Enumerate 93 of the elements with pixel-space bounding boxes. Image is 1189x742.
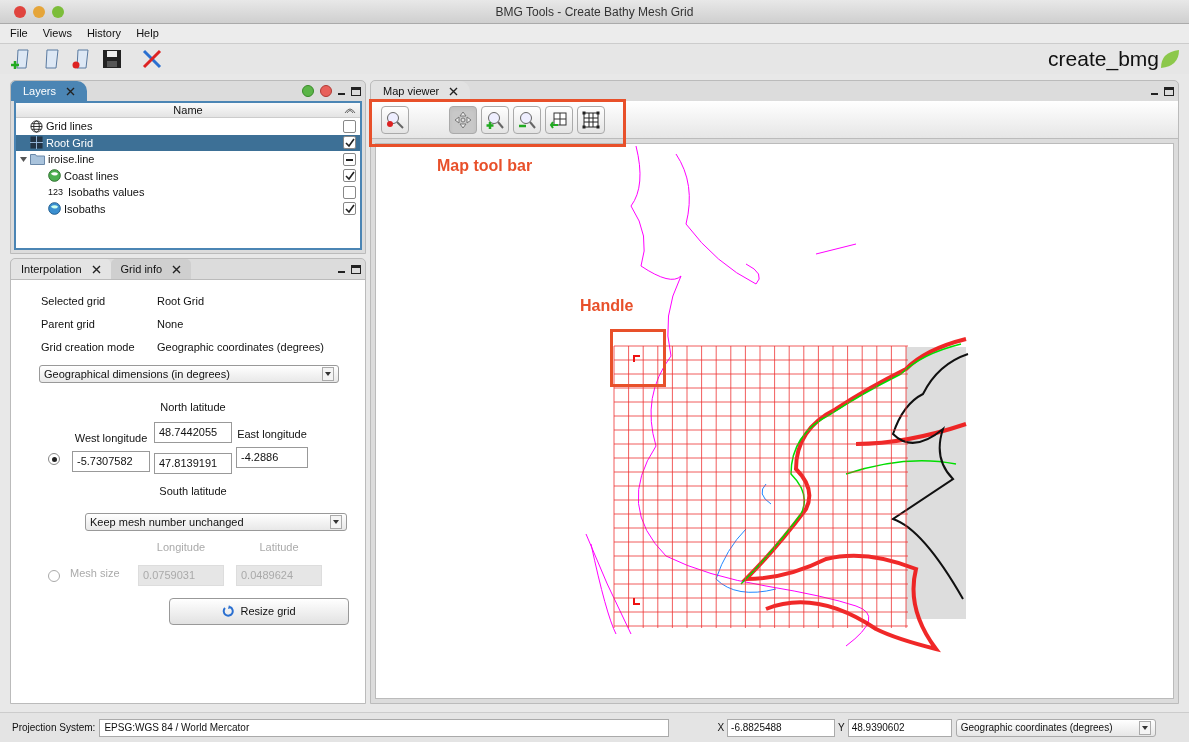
layer-row[interactable]: Isobaths [16,200,360,217]
zoom-out-icon[interactable] [513,105,541,134]
layer-name: Coast lines [64,168,119,184]
grid-icon[interactable] [577,105,605,134]
checkbox[interactable] [343,119,356,133]
layer-row[interactable]: iroise.line [16,151,360,168]
annotation-label: Map tool bar [437,156,533,176]
checkbox[interactable] [343,152,356,166]
app-logo-text: create_bmg [1048,46,1159,73]
annotation-label: Handle [580,296,634,316]
x-label: X [717,721,725,735]
menu-item[interactable]: File [10,25,28,42]
layer-row[interactable]: Grid lines [16,118,360,135]
column-header: Name [16,103,360,118]
field-value: None [157,317,184,333]
close-tab-icon[interactable] [449,86,459,96]
expand-arrow-icon[interactable] [20,155,27,163]
layer-name: iroise.line [48,152,95,167]
save-icon[interactable] [100,47,124,71]
remove-layer-icon[interactable] [320,85,332,97]
dropdown-caret-icon [322,367,334,381]
layers-tab[interactable]: Layers [11,81,88,101]
maximize-icon[interactable] [1164,86,1174,96]
west-longitude-field[interactable]: -5.7307582 [72,450,150,472]
radio-button[interactable] [48,453,60,465]
earth-icon [48,202,61,216]
checkbox[interactable] [343,169,356,183]
north-latitude-field[interactable]: 48.7442055 [154,421,232,443]
field-label: Selected grid [41,294,107,310]
layer-name: Grid lines [46,119,93,134]
close-tab-icon[interactable] [172,264,182,274]
field-label: Longitude [156,540,206,555]
checkbox[interactable] [343,185,356,199]
field-label: East longitude [237,427,307,443]
field-label: West longitude [74,431,148,447]
resize-grid-button[interactable]: Resize grid [169,597,349,625]
earth-icon [48,169,61,183]
field-label: Parent grid [41,317,96,333]
maximize-icon[interactable] [351,264,361,274]
field-label: Latitude [259,540,299,555]
y-label: Y [838,721,845,735]
zoom-clear-icon[interactable] [381,105,409,134]
tools-icon[interactable] [140,47,164,71]
menu-item[interactable]: History [86,25,122,42]
pan-icon[interactable] [449,105,477,134]
grid-icon [30,136,43,150]
minimize-icon[interactable] [1151,92,1158,95]
dimension-select[interactable]: Geographical dimensions (in degrees) [39,365,339,383]
projection-label: Projection System: [12,721,96,735]
checkbox[interactable] [343,136,356,150]
panel-tab[interactable]: Grid info [110,259,192,279]
coordinate-mode-select[interactable]: Geographic coordinates (degrees) [955,718,1156,737]
layer-row[interactable]: Root Grid [16,134,360,151]
menu-item[interactable]: Views [42,25,72,42]
close-tab-icon[interactable] [91,264,101,274]
field-value: Geographic coordinates (degrees) [157,340,324,356]
panel-tab[interactable]: Interpolation [11,259,111,279]
layer-row[interactable]: 123 Isobaths values [16,184,360,201]
south-latitude-field[interactable]: 47.8139191 [154,452,232,474]
maximize-icon[interactable] [351,86,361,96]
minimize-icon[interactable] [338,92,345,95]
refresh-icon [222,605,235,617]
field-label: North latitude [160,400,226,415]
add-layer-icon[interactable] [302,85,314,97]
add-grid-icon[interactable] [545,105,573,134]
x-coordinate-field[interactable]: -6.8825488 [727,718,836,737]
layer-name: Root Grid [46,135,94,151]
field-label: South latitude [159,483,227,499]
visibility-icon [344,105,356,115]
y-coordinate-field[interactable]: 48.9390602 [847,718,952,737]
minimize-icon[interactable] [338,270,345,273]
close-window-icon[interactable] [14,5,26,18]
folder-icon [30,153,45,166]
projection-field[interactable]: EPSG:WGS 84 / World Mercator [99,718,670,737]
checkbox[interactable] [343,202,356,216]
menu-item[interactable]: Help [136,25,159,42]
zoom-in-icon[interactable] [481,105,509,134]
layer-name: Isobaths [64,201,106,217]
mesh-select[interactable]: Keep mesh number unchanged [85,513,347,531]
layer-name: Isobaths values [68,185,145,200]
window-title: BMG Tools - Create Bathy Mesh Grid [495,3,694,21]
field-value: Root Grid [157,294,205,310]
map-viewer-tab[interactable]: Map viewer [371,81,471,101]
globe-icon [30,119,43,133]
number-icon: 123 [48,185,64,199]
dropdown-caret-icon [330,515,342,529]
layer-row[interactable]: Coast lines [16,167,360,184]
highlight-frame [610,329,666,387]
east-longitude-field[interactable]: -4.2886 [236,446,308,468]
mesh-size-label: Mesh size [70,566,121,581]
dropdown-caret-icon [1138,720,1151,735]
field-label: Grid creation mode [41,340,136,356]
leaf-logo-icon [1159,48,1179,70]
